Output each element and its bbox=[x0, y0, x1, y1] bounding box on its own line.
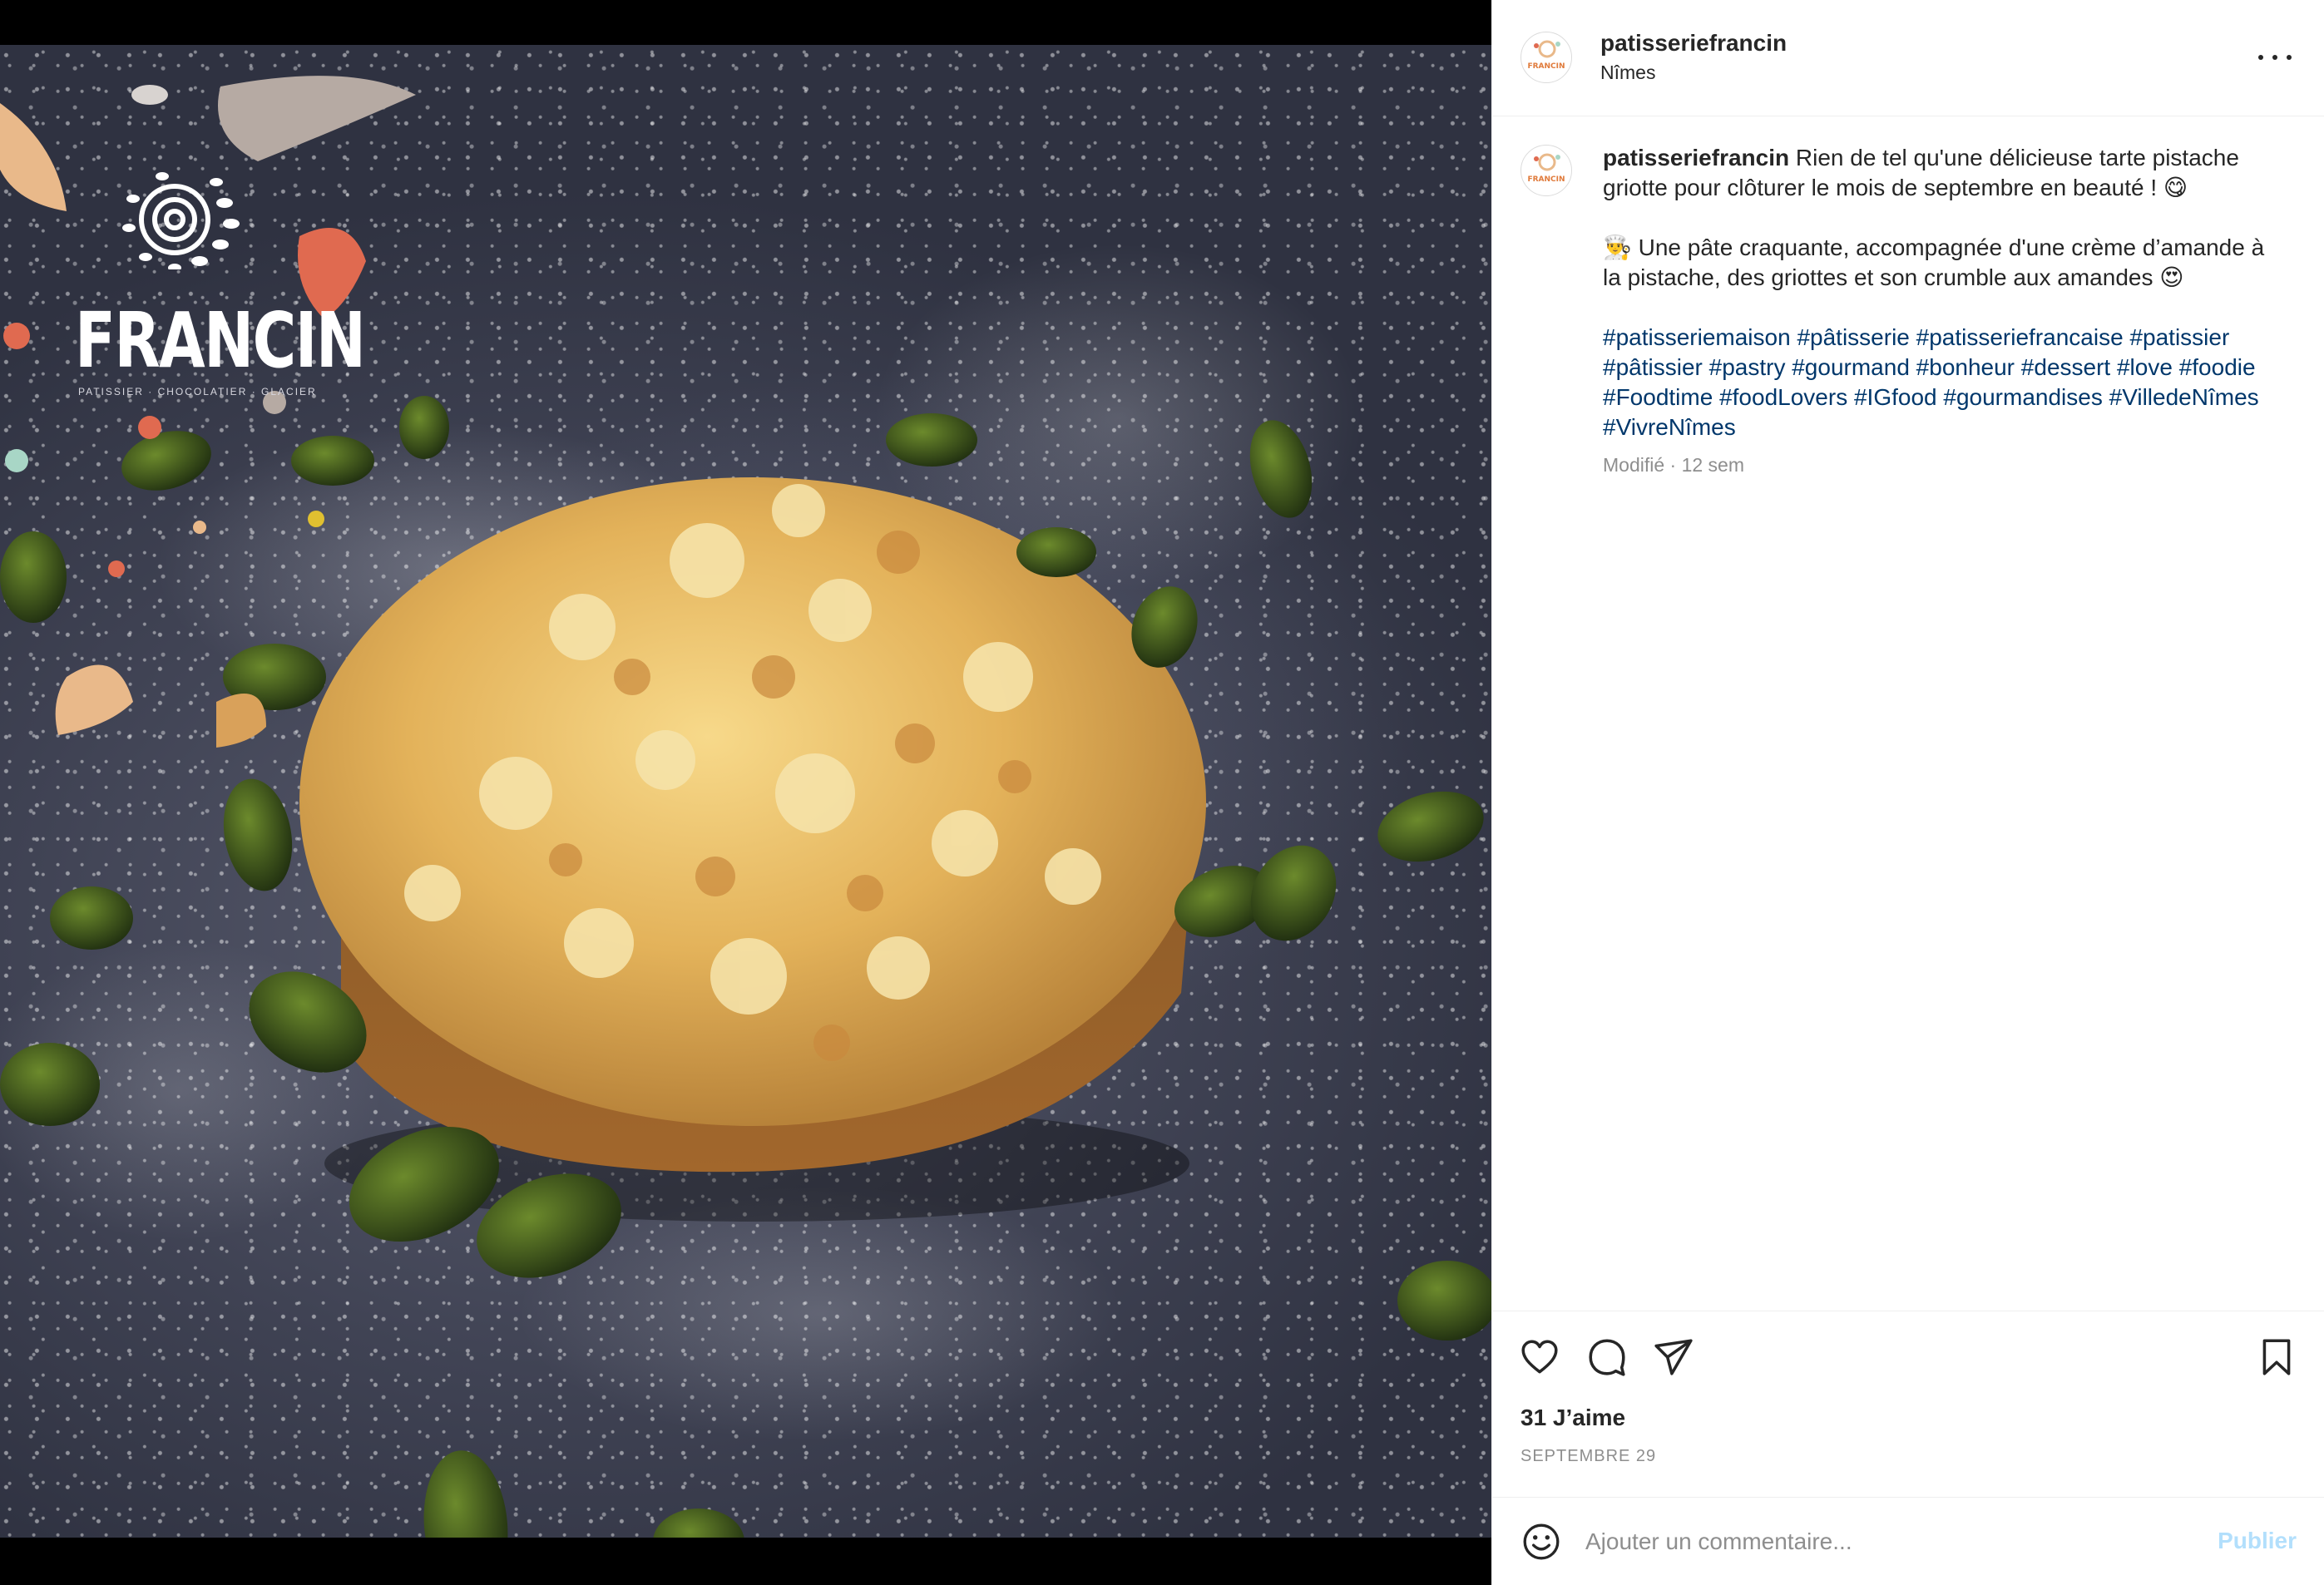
hashtag-link[interactable]: #patisseriemaison bbox=[1603, 324, 1791, 350]
hashtag-link[interactable]: #dessert bbox=[2021, 354, 2110, 380]
caption-section: FRANCIN patisseriefrancin Rien de tel qu… bbox=[1492, 116, 2324, 1311]
location-link[interactable]: Nîmes bbox=[1600, 62, 1655, 84]
logo-subtitle: PATISSIER · CHOCOLATIER · GLACIER bbox=[78, 386, 317, 397]
more-dot-icon bbox=[2272, 55, 2277, 60]
more-options-button[interactable] bbox=[2258, 45, 2292, 70]
hashtag-link[interactable]: #Foodtime bbox=[1603, 384, 1713, 410]
hashtag-link[interactable]: #bonheur bbox=[1916, 354, 2015, 380]
hashtag-link[interactable]: #IGfood bbox=[1854, 384, 1937, 410]
avatar-text: FRANCIN bbox=[1527, 62, 1565, 71]
hashtag-list: #patisseriemaison #pâtisserie #patisseri… bbox=[1603, 323, 2285, 442]
username-link[interactable]: patisseriefrancin bbox=[1600, 30, 1787, 57]
hashtag-link[interactable]: #love bbox=[2117, 354, 2173, 380]
comment-composer: Publier bbox=[1492, 1497, 2324, 1585]
share-icon[interactable] bbox=[1653, 1336, 1694, 1378]
post-date: SEPTEMBRE 29 bbox=[1520, 1447, 1657, 1465]
hashtag-link[interactable]: #pâtissier bbox=[1603, 354, 1703, 380]
likes-count[interactable]: 31 J’aime bbox=[1520, 1405, 1625, 1431]
comment-input[interactable] bbox=[1584, 1519, 2169, 1564]
more-dot-icon bbox=[2258, 55, 2263, 60]
hashtag-link[interactable]: #pastry bbox=[1709, 354, 1786, 380]
hashtag-link[interactable]: #foodie bbox=[2179, 354, 2256, 380]
bookmark-icon[interactable] bbox=[2256, 1336, 2297, 1378]
francin-logo: FRANCIN PATISSIER · CHOCOLATIER · GLACIE… bbox=[58, 136, 366, 411]
hashtag-link[interactable]: #gourmandises bbox=[1943, 384, 2102, 410]
edited-timestamp: Modifié · 12 sem bbox=[1603, 454, 1745, 476]
caption-avatar[interactable]: FRANCIN bbox=[1520, 145, 1572, 196]
post-media: FRANCIN PATISSIER · CHOCOLATIER · GLACIE… bbox=[0, 0, 1491, 1585]
caption-username-link[interactable]: patisseriefrancin bbox=[1603, 145, 1789, 170]
logo-wordmark: FRANCIN bbox=[75, 296, 366, 385]
avatar-text: FRANCIN bbox=[1527, 175, 1565, 184]
comment-icon[interactable] bbox=[1586, 1336, 1628, 1378]
publish-button[interactable]: Publier bbox=[2218, 1528, 2297, 1554]
hashtag-link[interactable]: #patisseriefrancaise bbox=[1916, 324, 2124, 350]
post-header: FRANCIN patisseriefrancin Nîmes bbox=[1492, 0, 2324, 116]
caption-text: patisseriefrancin Rien de tel qu'une dél… bbox=[1603, 143, 2285, 442]
hashtag-link[interactable]: #pâtisserie bbox=[1797, 324, 1909, 350]
emoji-icon[interactable] bbox=[1520, 1521, 1562, 1563]
hashtag-link[interactable]: #VilledeNîmes bbox=[2109, 384, 2259, 410]
caption-line-2: 👨‍🍳 Une pâte craquante, accompagnée d'un… bbox=[1603, 235, 2265, 290]
action-bar: 31 J’aime SEPTEMBRE 29 bbox=[1492, 1311, 2324, 1497]
avatar[interactable]: FRANCIN bbox=[1520, 32, 1572, 83]
more-dot-icon bbox=[2287, 55, 2292, 60]
hashtag-link[interactable]: #VivreNîmes bbox=[1603, 414, 1736, 440]
post-photo[interactable]: FRANCIN PATISSIER · CHOCOLATIER · GLACIE… bbox=[0, 45, 1491, 1538]
hashtag-link[interactable]: #patissier bbox=[2129, 324, 2229, 350]
post-sidebar: FRANCIN patisseriefrancin Nîmes FRANCIN … bbox=[1491, 0, 2324, 1585]
hashtag-link[interactable]: #gourmand bbox=[1792, 354, 1910, 380]
hashtag-link[interactable]: #foodLovers bbox=[1719, 384, 1847, 410]
heart-icon[interactable] bbox=[1519, 1336, 1560, 1378]
